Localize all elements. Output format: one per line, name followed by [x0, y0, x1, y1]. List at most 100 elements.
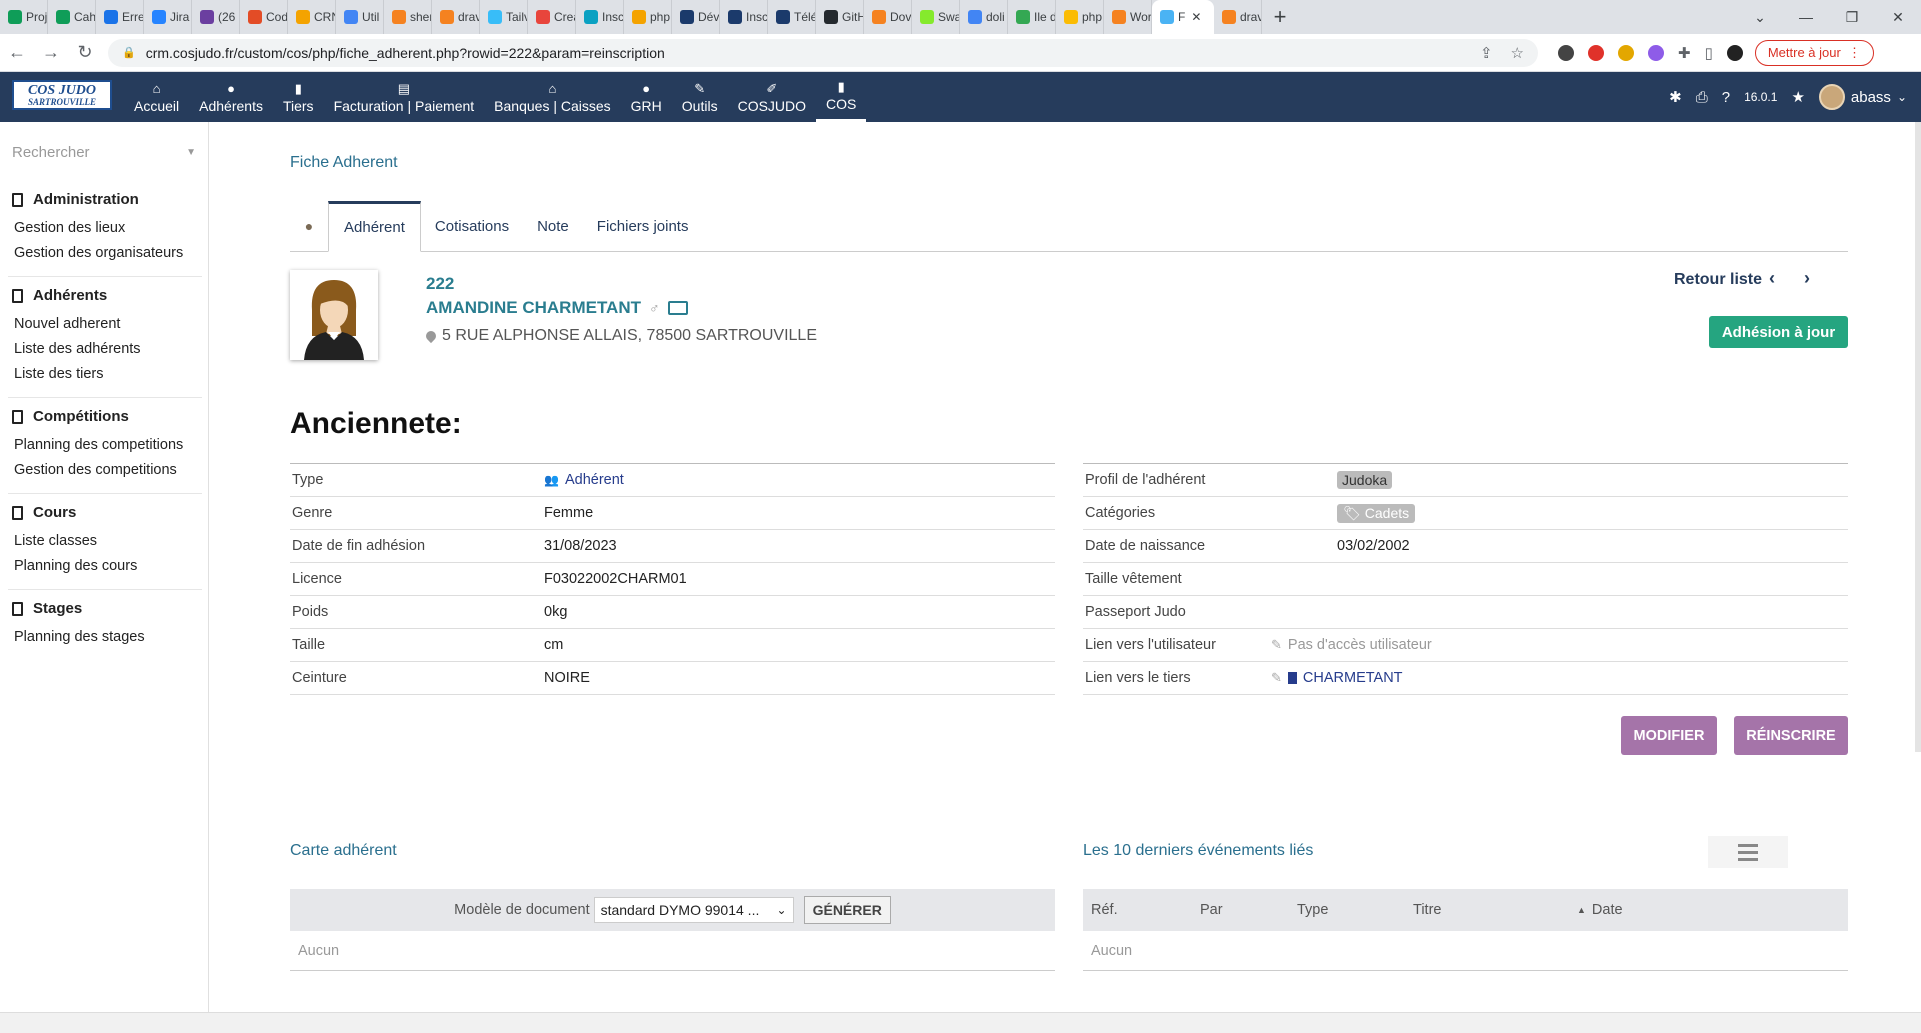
- browser-tab[interactable]: Cod: [240, 0, 288, 34]
- sidebar-item[interactable]: Gestion des lieux: [8, 216, 202, 241]
- menu-item-cosjudo[interactable]: ✐ COSJUDO: [728, 72, 816, 122]
- browser-tab[interactable]: Proj: [0, 0, 48, 34]
- menu-icon[interactable]: [1708, 836, 1788, 868]
- close-window-icon[interactable]: ✕: [1875, 0, 1921, 34]
- sidebar-item[interactable]: Gestion des competitions: [8, 458, 202, 483]
- edit-pencil-icon[interactable]: ✎: [1271, 637, 1282, 653]
- browser-tab[interactable]: php: [1056, 0, 1104, 34]
- extension-icon[interactable]: [1648, 44, 1664, 61]
- browser-tab[interactable]: Wor: [1104, 0, 1152, 34]
- bookmark-star-icon[interactable]: ☆: [1511, 44, 1524, 62]
- browser-tab[interactable]: drav: [1214, 0, 1262, 34]
- sidebar-item[interactable]: Liste classes: [8, 529, 202, 554]
- events-column-header[interactable]: Type: [1297, 889, 1328, 931]
- minimize-icon[interactable]: —: [1783, 0, 1829, 34]
- forward-icon[interactable]: →: [34, 42, 68, 63]
- sidebar-item[interactable]: Planning des stages: [8, 625, 202, 650]
- bug-icon[interactable]: ✱: [1669, 88, 1682, 106]
- generate-button[interactable]: GÉNÉRER: [803, 896, 891, 924]
- reload-icon[interactable]: ↻: [68, 42, 102, 63]
- puzzle-icon[interactable]: ✚: [1678, 44, 1691, 62]
- sidebar-item[interactable]: Liste des tiers: [8, 362, 202, 387]
- sidebar-group-header[interactable]: Compétitions: [8, 408, 202, 425]
- address-bar[interactable]: 🔒 crm.cosjudo.fr/custom/cos/php/fiche_ad…: [108, 38, 1538, 67]
- profile-avatar[interactable]: [1726, 44, 1743, 61]
- user-menu[interactable]: abass ⌄: [1818, 84, 1907, 110]
- extension-icon[interactable]: [1558, 44, 1574, 61]
- menu-item-outils[interactable]: ✎ Outils: [672, 72, 728, 122]
- help-icon[interactable]: ?: [1722, 89, 1730, 106]
- lock-icon[interactable]: 🔒: [122, 46, 136, 59]
- tab-adh-rent[interactable]: Adhérent: [328, 201, 421, 252]
- menu-item-banques-caisses[interactable]: ⌂ Banques | Caisses: [484, 72, 620, 122]
- adblock-icon[interactable]: [1588, 44, 1604, 61]
- tab-fichiers-joints[interactable]: Fichiers joints: [583, 201, 703, 251]
- browser-tab[interactable]: Swa: [912, 0, 960, 34]
- sidebar-item[interactable]: Liste des adhérents: [8, 337, 202, 362]
- menu-item-facturation-paiement[interactable]: ▤ Facturation | Paiement: [324, 72, 485, 122]
- browser-tab[interactable]: drav: [432, 0, 480, 34]
- extension-icon[interactable]: [1618, 44, 1634, 61]
- edit-pencil-icon[interactable]: ✎: [1271, 670, 1282, 686]
- menu-item-adh-rents[interactable]: ● Adhérents: [189, 72, 273, 122]
- sidebar-item[interactable]: Planning des cours: [8, 554, 202, 579]
- sidebar-item[interactable]: Planning des competitions: [8, 433, 202, 458]
- sidebar-group-header[interactable]: Administration: [8, 191, 202, 208]
- menu-item-accueil[interactable]: ⌂ Accueil: [124, 72, 189, 122]
- side-panel-icon[interactable]: ▯: [1705, 44, 1713, 62]
- tab-cotisations[interactable]: Cotisations: [421, 201, 523, 251]
- browser-tab[interactable]: doli: [960, 0, 1008, 34]
- menu-item-tiers[interactable]: ▮ Tiers: [273, 72, 324, 122]
- page-scrollbar[interactable]: [1915, 122, 1921, 752]
- sidebar-group-header[interactable]: Cours: [8, 504, 202, 521]
- browser-tab[interactable]: Erre: [96, 0, 144, 34]
- sidebar-item[interactable]: Nouvel adherent: [8, 312, 202, 337]
- browser-tab[interactable]: Crea: [528, 0, 576, 34]
- browser-tab[interactable]: Cahi: [48, 0, 96, 34]
- new-tab-button[interactable]: +: [1262, 4, 1298, 30]
- browser-tab[interactable]: Util: [336, 0, 384, 34]
- restore-icon[interactable]: ❐: [1829, 0, 1875, 34]
- document-model-select[interactable]: standard DYMO 99014 ... ⌄: [593, 897, 794, 923]
- menu-item-cos[interactable]: ▮ COS: [816, 72, 867, 122]
- app-logo[interactable]: COS JUDO SARTROUVILLE: [12, 80, 112, 110]
- back-icon[interactable]: ←: [0, 42, 34, 63]
- tab-search-icon[interactable]: ⌄: [1737, 0, 1783, 34]
- browser-tab[interactable]: Dév: [672, 0, 720, 34]
- member-type-link[interactable]: Adhérent: [565, 472, 624, 488]
- back-to-list-link[interactable]: Retour liste: [1674, 271, 1762, 289]
- member-photo[interactable]: [290, 270, 378, 360]
- reinscribe-button[interactable]: RÉINSCRIRE: [1734, 716, 1848, 755]
- browser-tab[interactable]: Ile d: [1008, 0, 1056, 34]
- browser-tab[interactable]: Insc: [576, 0, 624, 34]
- browser-tab[interactable]: F ✕: [1152, 0, 1214, 34]
- events-column-header[interactable]: ▲ Date: [1577, 889, 1623, 931]
- share-icon[interactable]: ⇪: [1480, 44, 1493, 62]
- events-column-header[interactable]: Réf.: [1091, 889, 1118, 931]
- events-column-header[interactable]: Titre: [1413, 889, 1441, 931]
- sidebar-item[interactable]: Gestion des organisateurs: [8, 241, 202, 266]
- next-record-icon[interactable]: ›: [1804, 268, 1810, 289]
- thirdparty-link[interactable]: CHARMETANT: [1303, 670, 1403, 686]
- sidebar-group-header[interactable]: Adhérents: [8, 287, 202, 304]
- close-tab-icon[interactable]: ✕: [1191, 10, 1201, 24]
- browser-tab[interactable]: Dov: [864, 0, 912, 34]
- update-browser-button[interactable]: Mettre à jour ⋮: [1754, 39, 1875, 66]
- bookmarks-star-icon[interactable]: ★: [1791, 88, 1804, 106]
- membership-status-button[interactable]: Adhésion à jour: [1709, 316, 1848, 348]
- print-icon[interactable]: ⎙: [1696, 89, 1708, 106]
- browser-tab[interactable]: Insc: [720, 0, 768, 34]
- sidebar-group-header[interactable]: Stages: [8, 600, 202, 617]
- browser-tab[interactable]: GitH: [816, 0, 864, 34]
- events-column-header[interactable]: Par: [1200, 889, 1223, 931]
- browser-tab[interactable]: php: [624, 0, 672, 34]
- browser-tab[interactable]: CRN: [288, 0, 336, 34]
- browser-tab[interactable]: Jira: [144, 0, 192, 34]
- browser-tab[interactable]: (26: [192, 0, 240, 34]
- menu-item-grh[interactable]: ● GRH: [621, 72, 672, 122]
- tab-note[interactable]: Note: [523, 201, 583, 251]
- id-card-icon[interactable]: [667, 301, 688, 315]
- browser-tab[interactable]: Tailv: [480, 0, 528, 34]
- modify-button[interactable]: MODIFIER: [1621, 716, 1717, 755]
- search-select[interactable]: Rechercher ▼: [12, 144, 196, 161]
